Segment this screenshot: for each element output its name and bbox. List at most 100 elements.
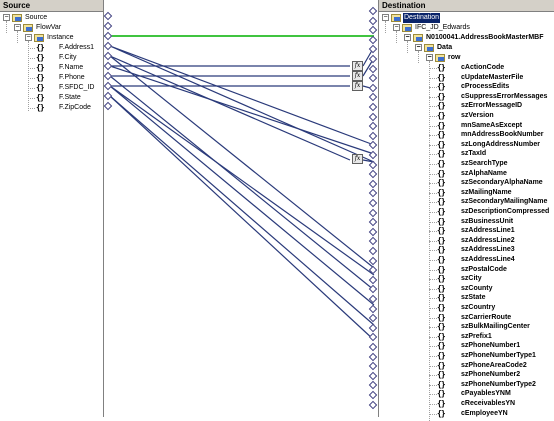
collapse-icon[interactable]: − [14, 24, 21, 31]
collapse-icon[interactable]: − [382, 14, 389, 21]
source-field[interactable]: {} F.SFDC_ID [0, 83, 104, 93]
tree-node-row[interactable]: − row [379, 53, 554, 63]
field-icon: {} [437, 264, 446, 274]
destination-field[interactable]: {} cProcessEdits [379, 82, 554, 92]
collapse-icon[interactable]: − [25, 34, 32, 41]
destination-field[interactable]: {} szErrorMessageID [379, 101, 554, 111]
collapse-icon[interactable]: − [426, 54, 433, 61]
destination-field[interactable]: {} szPhoneNumberType1 [379, 351, 554, 361]
destination-field[interactable]: {} mnAddressBookNumber [379, 130, 554, 140]
mapping-wire[interactable] [109, 85, 375, 306]
mapping-wire[interactable] [109, 45, 375, 163]
mapping-wire[interactable] [109, 85, 375, 276]
source-field[interactable]: {} F.City [0, 53, 104, 63]
destination-field[interactable]: {} szPhoneAreaCode2 [379, 361, 554, 371]
destination-field[interactable]: {} szMailingName [379, 188, 554, 198]
source-panel-header: Source [0, 0, 104, 12]
destination-field[interactable]: {} szCity [379, 274, 554, 284]
destination-tree-panel[interactable]: − Destination − IFC_JD_Edwards − N010004… [378, 12, 554, 421]
mapping-wire[interactable] [109, 55, 351, 161]
source-field[interactable]: {} F.Phone [0, 73, 104, 83]
field-icon: {} [36, 83, 45, 92]
collapse-icon[interactable]: − [415, 44, 422, 51]
field-label: szCountry [461, 304, 496, 311]
destination-field[interactable]: {} szBusinessUnit [379, 217, 554, 227]
field-icon: {} [437, 120, 446, 130]
field-label: szPhoneNumberType1 [461, 352, 536, 359]
field-label: szPhoneNumber1 [461, 342, 521, 350]
mapping-wire[interactable] [109, 95, 375, 341]
destination-field[interactable]: {} szAlphaName [379, 169, 554, 179]
destination-field[interactable]: {} szLongAddressNumber [379, 140, 554, 150]
node-label: FlowVar [36, 24, 62, 31]
destination-field[interactable]: {} cReceivablesYN [379, 399, 554, 409]
destination-field[interactable]: {} szAddressLine1 [379, 226, 554, 236]
field-icon: {} [437, 245, 446, 255]
source-field[interactable]: {} F.ZipCode [0, 103, 104, 113]
mapping-wire[interactable] [109, 75, 375, 291]
folder-icon [391, 14, 401, 22]
mapping-wire[interactable] [109, 65, 375, 155]
field-label: szState [461, 294, 486, 302]
field-icon: {} [437, 379, 446, 389]
destination-field[interactable]: {} szPrefix1 [379, 332, 554, 342]
destination-field[interactable]: {} szPhoneNumber1 [379, 341, 554, 351]
source-field[interactable]: {} F.State [0, 93, 104, 103]
field-label: F.Name [59, 64, 84, 71]
tree-node-flowvar[interactable]: − FlowVar [0, 23, 104, 33]
collapse-icon[interactable]: − [393, 24, 400, 31]
destination-field[interactable]: {} szPostalCode [379, 265, 554, 275]
source-field[interactable]: {} F.Name [0, 63, 104, 73]
field-label: szCarrierRoute [461, 313, 512, 321]
field-icon: {} [36, 103, 45, 112]
tree-node-service[interactable]: − IFC_JD_Edwards [379, 23, 554, 33]
destination-field[interactable]: {} szPhoneNumber2 [379, 370, 554, 380]
destination-field[interactable]: {} cActionCode [379, 63, 554, 73]
destination-field[interactable]: {} szVersion [379, 111, 554, 121]
destination-field[interactable]: {} szTaxId [379, 149, 554, 159]
field-icon: {} [437, 274, 446, 284]
destination-field[interactable]: {} szAddressLine3 [379, 245, 554, 255]
destination-field[interactable]: {} cPayablesYNM [379, 389, 554, 399]
destination-field[interactable]: {} szAddressLine4 [379, 255, 554, 265]
destination-field[interactable]: {} cEmployeeYN [379, 409, 554, 419]
tree-node-data[interactable]: − Data [379, 43, 554, 53]
tree-node-message[interactable]: − N0100041.AddressBookMasterMBF [379, 33, 554, 43]
destination-field[interactable]: {} szSearchType [379, 159, 554, 169]
field-label: cProcessEdits [461, 83, 510, 91]
source-field[interactable]: {} F.Address1 [0, 43, 104, 53]
destination-field[interactable]: {} szSecondaryAlphaName [379, 178, 554, 188]
field-label: szMailingName [461, 188, 512, 196]
mapping-wire[interactable] [109, 55, 375, 269]
destination-field[interactable]: {} szState [379, 293, 554, 303]
destination-field[interactable]: {} szDescriptionCompressed [379, 207, 554, 217]
destination-field[interactable]: {} szSecondaryMailingName [379, 197, 554, 207]
collapse-icon[interactable]: − [3, 14, 10, 21]
collapse-icon[interactable]: − [404, 34, 411, 41]
destination-field[interactable]: {} szCarrierRoute [379, 313, 554, 323]
field-icon: {} [437, 207, 446, 216]
destination-field[interactable]: {} szCountry [379, 303, 554, 313]
tree-node-destination[interactable]: − Destination [379, 13, 554, 23]
function-node[interactable]: fx [352, 81, 363, 91]
destination-field[interactable]: {} szBulkMailingCenter [379, 322, 554, 332]
source-tree-panel[interactable]: − Source − FlowVar − Instance {} F.Addres… [0, 12, 104, 417]
field-icon: {} [437, 139, 446, 149]
mapping-canvas[interactable]: fx fx fx fx [103, 0, 378, 417]
field-icon: {} [437, 399, 446, 408]
tree-node-instance[interactable]: − Instance [0, 33, 104, 43]
destination-field[interactable]: {} szCounty [379, 284, 554, 294]
destination-field[interactable]: {} szPhoneNumberType2 [379, 380, 554, 390]
destination-field[interactable]: {} szAddressLine2 [379, 236, 554, 246]
function-node[interactable]: fx [352, 71, 363, 81]
field-label: cReceivablesYN [461, 400, 516, 407]
tree-node-source[interactable]: − Source [0, 13, 104, 23]
destination-field[interactable]: {} cUpdateMasterFile [379, 73, 554, 83]
destination-field[interactable]: {} cSuppressErrorMessages [379, 92, 554, 102]
field-label: cPayablesYNM [461, 390, 511, 398]
function-node[interactable]: fx [352, 61, 363, 71]
destination-field[interactable]: {} mnSameAsExcept [379, 121, 554, 131]
node-label: Data [437, 44, 453, 51]
function-node[interactable]: fx [352, 154, 363, 164]
field-icon: {} [437, 331, 446, 341]
